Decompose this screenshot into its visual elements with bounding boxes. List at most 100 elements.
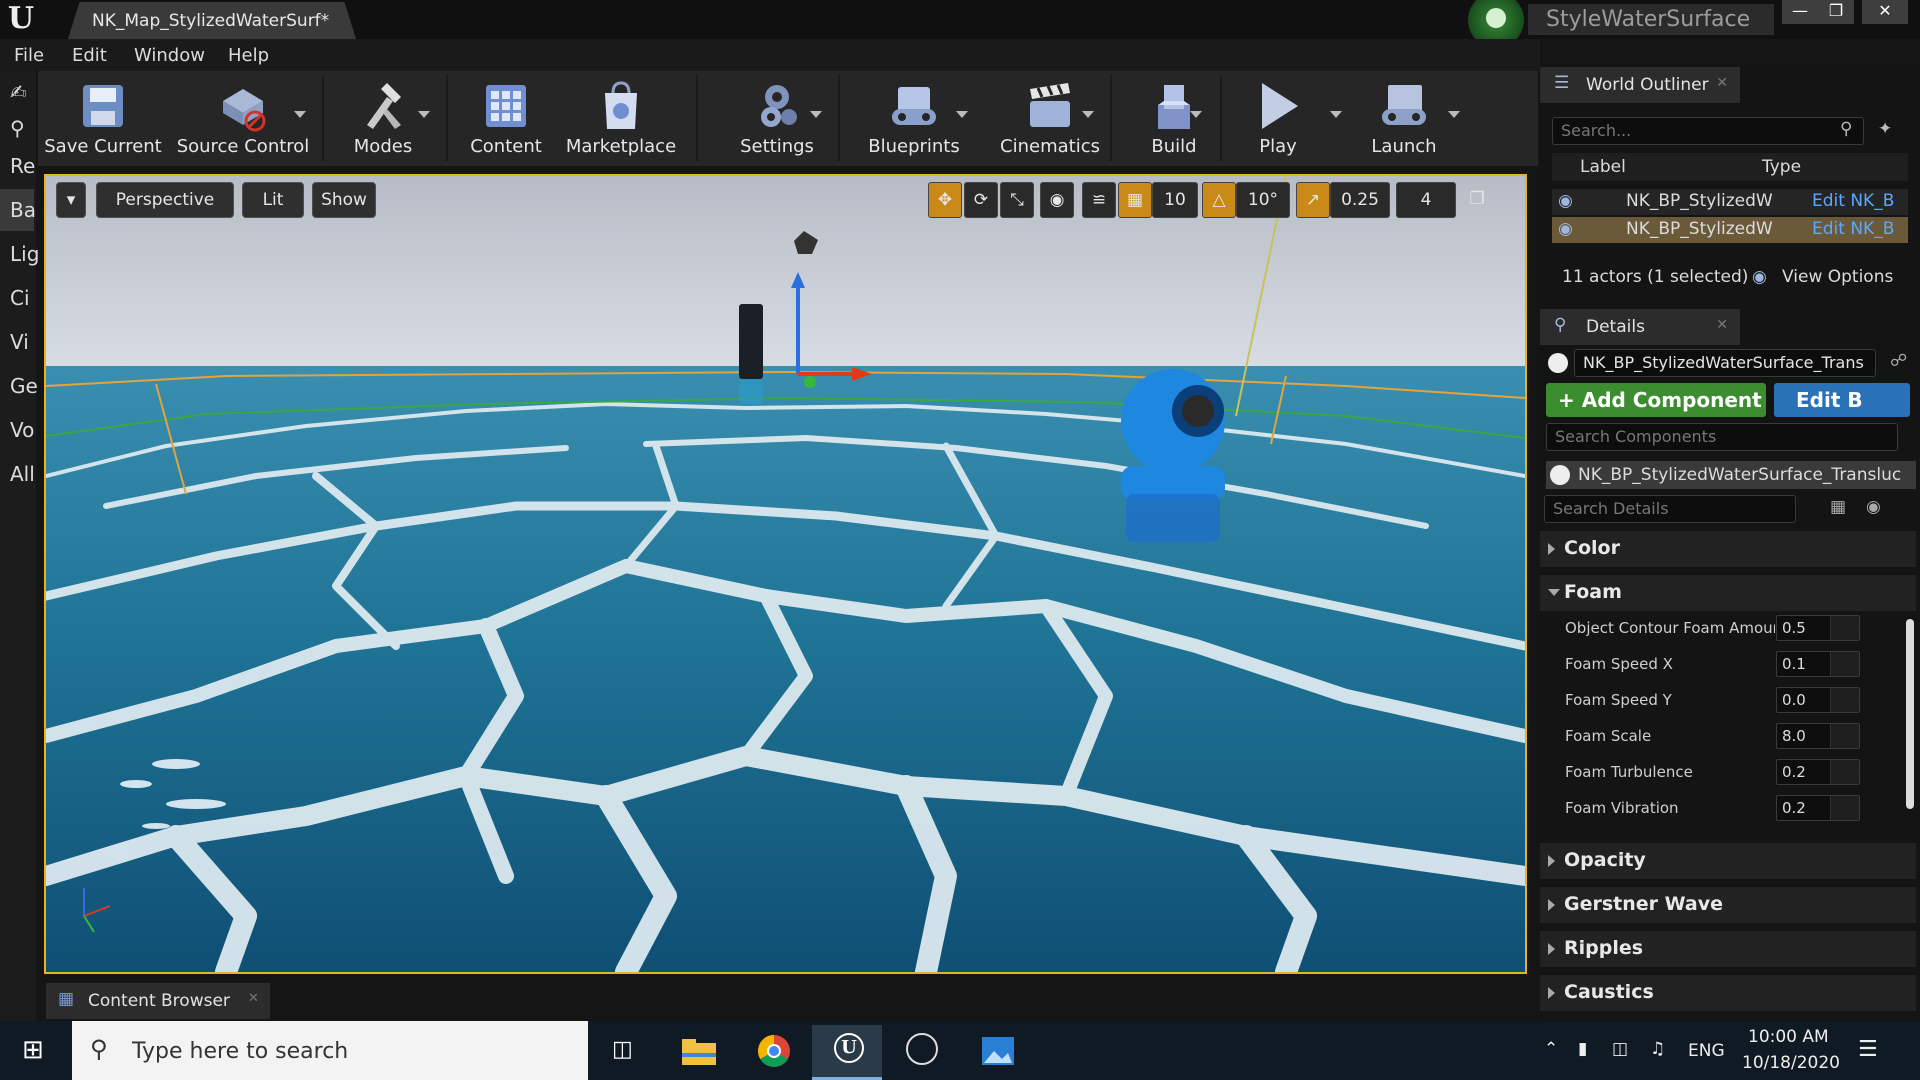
table-row[interactable]: ◉ NK_BP_StylizedW Edit NK_B [1552, 189, 1908, 215]
search-details-input[interactable]: Search Details [1544, 495, 1796, 523]
blueprints-button[interactable]: Blueprints [846, 71, 982, 166]
camera-speed-button[interactable]: 4 [1396, 182, 1456, 218]
visibility-filter-icon[interactable]: ◉ [1866, 497, 1881, 517]
level-viewport[interactable]: ▾ Perspective Lit Show ✥ ⟳ ⤡ ◉ ≌ ▦ 10 △ … [44, 174, 1527, 974]
pin-icon[interactable]: ✦ [1878, 119, 1892, 139]
lock-icon[interactable]: ☍ [1890, 351, 1907, 371]
volume-icon[interactable]: ♫ [1650, 1039, 1665, 1059]
lit-button[interactable]: Lit [242, 182, 304, 218]
taskbar-search-box[interactable]: ⚲ Type here to search [72, 1021, 588, 1080]
search-modes-icon[interactable]: ⚲ [0, 107, 34, 149]
world-local-toggle-icon[interactable]: ◉ [1040, 182, 1074, 218]
mode-tab-geometry[interactable]: Ge [0, 365, 38, 407]
source-control-dropdown-icon[interactable] [294, 111, 306, 118]
world-outliner-tab[interactable]: ☰ World Outliner ✕ [1540, 67, 1740, 103]
chrome-icon[interactable] [738, 1025, 808, 1080]
edit-blueprint-button[interactable]: Edit B [1774, 383, 1910, 417]
cinematics-button[interactable]: Cinematics [982, 71, 1118, 166]
search-components-input[interactable]: Search Components [1546, 423, 1898, 451]
play-button[interactable]: Play [1228, 71, 1328, 166]
label-column-header[interactable]: Label [1580, 157, 1626, 177]
translate-tool-icon[interactable]: ✥ [928, 182, 962, 218]
menu-help[interactable]: Help [228, 45, 269, 66]
blueprints-dropdown-icon[interactable] [956, 111, 968, 118]
mode-tab-volumes[interactable]: Vo [0, 409, 34, 451]
launch-button[interactable]: Launch [1348, 71, 1460, 166]
scale-snap-value[interactable]: 0.25 [1330, 182, 1390, 218]
close-button[interactable]: ✕ [1862, 0, 1908, 24]
modes-dropdown-icon[interactable] [418, 111, 430, 118]
mode-tab-all-classes[interactable]: All [0, 453, 35, 495]
rotate-tool-icon[interactable]: ⟳ [964, 182, 998, 218]
menu-edit[interactable]: Edit [72, 45, 107, 66]
category-color[interactable]: Color [1540, 531, 1916, 567]
close-icon[interactable]: ✕ [1716, 75, 1728, 91]
content-browser-tab[interactable]: ▦ Content Browser ✕ [46, 983, 270, 1019]
build-button[interactable]: Build [1118, 71, 1230, 166]
mode-tab-recent[interactable]: Re [0, 145, 35, 187]
water-surface-scene[interactable] [46, 176, 1525, 972]
table-row[interactable]: ◉ NK_BP_StylizedW Edit NK_B [1552, 217, 1908, 243]
modes-button[interactable]: Modes [328, 71, 438, 166]
surface-snap-icon[interactable]: ≌ [1082, 182, 1116, 218]
category-ripples[interactable]: Ripples [1540, 931, 1916, 967]
category-gerstner-wave[interactable]: Gerstner Wave [1540, 887, 1916, 923]
actor-type-link[interactable]: Edit NK_B [1812, 191, 1894, 211]
visibility-eye-icon[interactable]: ◉ [1558, 219, 1573, 239]
clock-date[interactable]: 10/18/2020 [1742, 1053, 1840, 1073]
settings-dropdown-icon[interactable] [810, 111, 822, 118]
restore-button[interactable]: ❐ [1818, 0, 1854, 24]
language-indicator[interactable]: ENG [1688, 1041, 1725, 1061]
category-opacity[interactable]: Opacity [1540, 843, 1916, 879]
unreal-logo-icon[interactable]: U [4, 2, 38, 36]
category-caustics[interactable]: Caustics [1540, 975, 1916, 1011]
maximize-viewport-icon[interactable]: ❐ [1464, 182, 1490, 218]
mode-tab-lights[interactable]: Lig [0, 233, 39, 275]
mode-tab-basic[interactable]: Ba [0, 189, 36, 231]
launch-dropdown-icon[interactable] [1448, 111, 1460, 118]
perspective-button[interactable]: Perspective [96, 182, 234, 218]
marketplace-button[interactable]: Marketplace [556, 71, 686, 166]
settings-button[interactable]: Settings [702, 71, 852, 166]
windows-start-icon[interactable]: ⊞ [22, 1035, 44, 1065]
property-value-input[interactable]: 0.5 [1776, 615, 1860, 641]
menu-window[interactable]: Window [134, 45, 205, 66]
menu-file[interactable]: File [14, 45, 44, 66]
grid-snap-value[interactable]: 10 [1152, 182, 1198, 218]
show-hidden-icons-icon[interactable]: ⌃ [1544, 1039, 1558, 1059]
clock-time[interactable]: 10:00 AM [1748, 1027, 1829, 1047]
rotation-snap-icon[interactable]: △ [1202, 182, 1236, 218]
cinematics-dropdown-icon[interactable] [1082, 111, 1094, 118]
project-badge-icon[interactable] [1466, 0, 1526, 48]
property-value-input[interactable]: 0.2 [1776, 795, 1860, 821]
actor-type-link[interactable]: Edit NK_B [1812, 219, 1894, 239]
details-scrollbar[interactable] [1906, 619, 1914, 809]
property-value-input[interactable]: 0.1 [1776, 651, 1860, 677]
component-row[interactable]: NK_BP_StylizedWaterSurface_Transluc [1546, 461, 1916, 489]
visibility-eye-icon[interactable]: ◉ [1558, 191, 1573, 211]
content-button[interactable]: Content [456, 71, 556, 166]
document-tab[interactable]: NK_Map_StylizedWaterSurf* [68, 2, 356, 39]
viewport-options-button[interactable]: ▾ [56, 182, 86, 218]
obs-studio-icon[interactable] [886, 1025, 956, 1080]
scale-tool-icon[interactable]: ⤡ [1000, 182, 1034, 218]
property-value-input[interactable]: 0.2 [1776, 759, 1860, 785]
scale-snap-icon[interactable]: ↗ [1296, 182, 1330, 218]
add-component-button[interactable]: + Add Component [1546, 383, 1766, 417]
details-tab[interactable]: ⚲ Details ✕ [1540, 309, 1740, 345]
play-dropdown-icon[interactable] [1330, 111, 1342, 118]
unreal-engine-icon[interactable]: U [812, 1025, 882, 1080]
close-icon[interactable]: ✕ [248, 991, 259, 1006]
eye-icon[interactable]: ◉ [1752, 267, 1767, 287]
property-value-input[interactable]: 0.0 [1776, 687, 1860, 713]
property-matrix-icon[interactable]: ▦ [1830, 497, 1846, 517]
notifications-icon[interactable]: ☰ [1858, 1037, 1878, 1062]
outliner-search-input[interactable]: Search... [1552, 117, 1864, 145]
mode-tab-visual-effects[interactable]: Vi [0, 321, 34, 363]
type-column-header[interactable]: Type [1762, 157, 1801, 177]
property-value-input[interactable]: 8.0 [1776, 723, 1860, 749]
close-icon[interactable]: ✕ [1716, 317, 1728, 333]
category-foam[interactable]: Foam [1540, 575, 1916, 611]
build-dropdown-icon[interactable] [1190, 111, 1202, 118]
file-explorer-icon[interactable] [664, 1025, 734, 1080]
